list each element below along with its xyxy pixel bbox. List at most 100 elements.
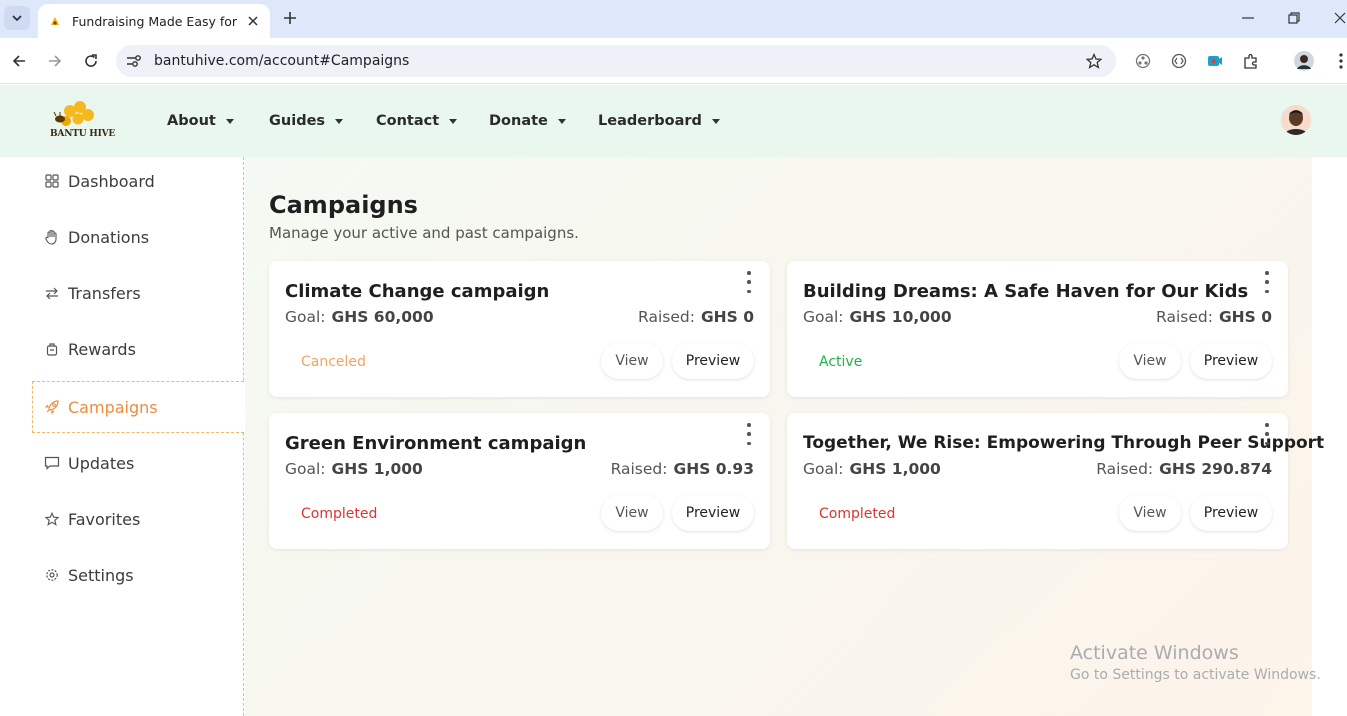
sidebar-item-transfers[interactable]: Transfers bbox=[44, 281, 141, 305]
goal-value: GHS 60,000 bbox=[331, 308, 434, 326]
code-extension-icon[interactable] bbox=[1168, 50, 1190, 72]
goal-label: Goal: bbox=[285, 308, 326, 326]
page-subtitle: Manage your active and past campaigns. bbox=[269, 224, 579, 242]
menu-donate[interactable]: Donate bbox=[489, 85, 566, 157]
campaign-goal: Goal: GHS 10,000 bbox=[803, 308, 952, 326]
raised-value: GHS 0 bbox=[1218, 308, 1272, 326]
extension-icon[interactable] bbox=[1132, 50, 1154, 72]
bee-favicon-icon bbox=[48, 14, 62, 28]
menu-leaderboard[interactable]: Leaderboard bbox=[598, 85, 720, 157]
tab-title: Fundraising Made Easy for Afric bbox=[72, 13, 238, 29]
sidebar-item-dashboard[interactable]: Dashboard bbox=[44, 169, 155, 193]
back-icon[interactable] bbox=[7, 49, 31, 73]
sidebar-item-campaigns[interactable]: Campaigns bbox=[44, 395, 158, 419]
activate-windows-subtitle: Go to Settings to activate Windows. bbox=[1070, 667, 1321, 683]
sidebar-item-label: Donations bbox=[68, 227, 150, 247]
campaign-card: Building Dreams: A Safe Haven for Our Ki… bbox=[787, 261, 1288, 397]
preview-button[interactable]: Preview bbox=[672, 495, 754, 531]
profile-icon[interactable] bbox=[1293, 50, 1315, 72]
site-info-icon[interactable] bbox=[122, 49, 146, 73]
sidebar-item-label: Settings bbox=[68, 565, 134, 585]
campaign-title: Together, We Rise: Empowering Through Pe… bbox=[803, 433, 1325, 453]
screen-recorder-icon[interactable] bbox=[1204, 50, 1226, 72]
star-icon bbox=[44, 511, 60, 527]
restore-icon[interactable] bbox=[1282, 8, 1306, 28]
rocket-icon bbox=[44, 399, 60, 415]
url-text: bantuhive.com/account#Campaigns bbox=[154, 53, 410, 69]
browser-tab[interactable]: Fundraising Made Easy for Afric bbox=[38, 4, 270, 38]
preview-button[interactable]: Preview bbox=[672, 343, 754, 379]
campaign-goal: Goal: GHS 1,000 bbox=[285, 460, 423, 478]
browser-toolbar: bantuhive.com/account#Campaigns bbox=[0, 38, 1347, 84]
menu-label: Contact bbox=[376, 113, 440, 129]
campaign-title: Green Environment campaign bbox=[285, 433, 587, 454]
puzzle-extensions-icon[interactable] bbox=[1240, 50, 1262, 72]
sidebar-item-label: Updates bbox=[68, 453, 135, 473]
menu-guides[interactable]: Guides bbox=[269, 85, 344, 157]
campaign-card: Green Environment campaign Goal: GHS 1,00… bbox=[269, 413, 770, 549]
campaign-raised: Raised: GHS 0 bbox=[638, 308, 754, 326]
menu-about[interactable]: About bbox=[167, 85, 234, 157]
page-title: Campaigns bbox=[269, 191, 418, 219]
sidebar-item-label: Transfers bbox=[68, 283, 141, 303]
status-badge: Completed bbox=[301, 506, 378, 522]
tab-list-button[interactable] bbox=[4, 6, 30, 30]
preview-button[interactable]: Preview bbox=[1190, 343, 1272, 379]
sidebar-item-donations[interactable]: Donations bbox=[44, 225, 149, 249]
campaign-raised: Raised: GHS 290.874 bbox=[1096, 460, 1272, 478]
campaign-raised: Raised: GHS 0.93 bbox=[611, 460, 754, 478]
minimize-icon[interactable] bbox=[1236, 8, 1260, 28]
activate-windows-title: Activate Windows bbox=[1070, 642, 1239, 664]
hand-icon bbox=[44, 229, 60, 245]
sidebar-item-rewards[interactable]: Rewards bbox=[44, 337, 136, 361]
caret-down-icon bbox=[557, 118, 566, 124]
view-button[interactable]: View bbox=[1119, 343, 1181, 379]
raised-label: Raised: bbox=[610, 460, 668, 478]
view-button[interactable]: View bbox=[1119, 495, 1181, 531]
status-badge: Completed bbox=[819, 506, 896, 522]
goal-label: Goal: bbox=[803, 308, 844, 326]
menu-label: Donate bbox=[489, 113, 548, 129]
sidebar: Dashboard Donations Transfers Rewards Ca… bbox=[0, 157, 244, 716]
campaign-goal: Goal: GHS 1,000 bbox=[803, 460, 941, 478]
sidebar-item-updates[interactable]: Updates bbox=[44, 451, 134, 475]
caret-down-icon bbox=[711, 118, 720, 124]
reload-icon[interactable] bbox=[79, 49, 103, 73]
raised-value: GHS 290.874 bbox=[1159, 460, 1272, 478]
close-window-icon[interactable] bbox=[1328, 8, 1347, 28]
more-options-icon[interactable] bbox=[742, 271, 756, 293]
more-options-icon[interactable] bbox=[742, 423, 756, 445]
gift-icon bbox=[44, 341, 60, 357]
user-avatar[interactable] bbox=[1281, 105, 1311, 135]
preview-button[interactable]: Preview bbox=[1190, 495, 1272, 531]
browser-tab-bar: Fundraising Made Easy for Afric bbox=[0, 0, 1347, 38]
address-bar[interactable]: bantuhive.com/account#Campaigns bbox=[116, 45, 1116, 77]
view-button[interactable]: View bbox=[601, 495, 663, 531]
forward-icon[interactable] bbox=[43, 49, 67, 73]
sidebar-item-settings[interactable]: Settings bbox=[44, 563, 134, 587]
goal-label: Goal: bbox=[285, 460, 326, 478]
close-tab-icon[interactable] bbox=[244, 12, 262, 30]
goal-value: GHS 1,000 bbox=[849, 460, 941, 478]
menu-label: Leaderboard bbox=[598, 113, 702, 129]
more-options-icon[interactable] bbox=[1260, 423, 1274, 445]
campaign-card: Climate Change campaign Goal: GHS 60,000 … bbox=[269, 261, 770, 397]
chevron-down-icon bbox=[12, 15, 22, 21]
bookmark-star-icon[interactable] bbox=[1084, 51, 1104, 71]
new-tab-icon[interactable] bbox=[280, 8, 300, 28]
raised-value: GHS 0.93 bbox=[673, 460, 755, 478]
caret-down-icon bbox=[225, 118, 234, 124]
view-button[interactable]: View bbox=[601, 343, 663, 379]
menu-contact[interactable]: Contact bbox=[376, 85, 458, 157]
arrows-icon bbox=[44, 285, 60, 301]
menu-label: About bbox=[167, 113, 216, 129]
sidebar-item-favorites[interactable]: Favorites bbox=[44, 507, 140, 531]
bantu-hive-logo[interactable] bbox=[46, 97, 114, 147]
goal-label: Goal: bbox=[803, 460, 844, 478]
grid-icon bbox=[44, 173, 60, 189]
main-content: Campaigns Manage your active and past ca… bbox=[245, 157, 1324, 716]
honeycomb-logo-icon bbox=[53, 101, 94, 126]
site-header: BANTU HIVE About Guides Contact Donate L… bbox=[0, 85, 1347, 157]
browser-menu-icon[interactable] bbox=[1330, 50, 1347, 72]
more-options-icon[interactable] bbox=[1260, 271, 1274, 293]
